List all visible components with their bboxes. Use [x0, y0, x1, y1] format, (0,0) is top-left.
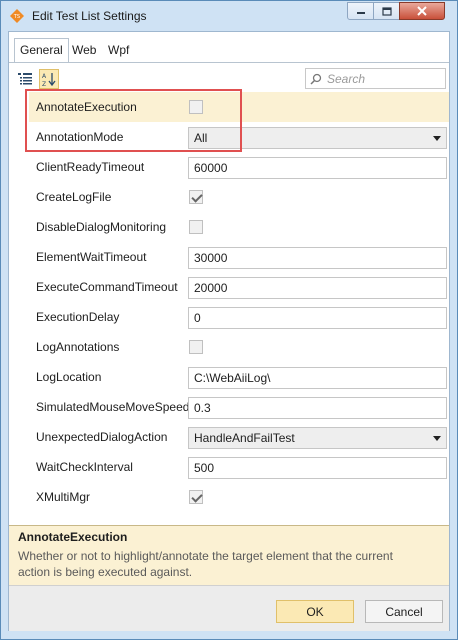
close-button[interactable]	[399, 2, 445, 20]
property-name: LogLocation	[36, 370, 102, 384]
property-name: CreateLogFile	[36, 190, 112, 204]
row-gutter	[9, 152, 29, 182]
tab-wpf[interactable]: Wpf	[103, 39, 134, 61]
row-gutter	[9, 122, 29, 152]
close-icon	[417, 6, 427, 16]
property-name: UnexpectedDialogAction	[36, 430, 168, 444]
property-row-unexpecteddialogaction[interactable]: UnexpectedDialogAction HandleAndFailTest	[9, 422, 449, 452]
dialog-window: TS Edit Test List Settings General Web W…	[0, 0, 458, 640]
categorized-view-icon	[18, 73, 32, 85]
property-name: SimulatedMouseMoveSpeed	[36, 400, 190, 414]
dialog-footer: OK Cancel	[9, 585, 449, 631]
description-text: Whether or not to highlight/annotate the…	[18, 549, 393, 579]
property-name: AnnotationMode	[36, 130, 124, 144]
window-title: Edit Test List Settings	[32, 9, 147, 23]
property-row-logannotations[interactable]: LogAnnotations	[9, 332, 449, 362]
property-row-xmultimgr[interactable]: XMultiMgr	[9, 482, 449, 512]
row-gutter	[9, 182, 29, 212]
tab-web[interactable]: Web	[67, 39, 101, 61]
description-title: AnnotateExecution	[18, 530, 128, 544]
disabledialogmonitoring-checkbox[interactable]	[189, 220, 203, 234]
property-row-waitcheckinterval[interactable]: WaitCheckInterval 500	[9, 452, 449, 482]
svg-text:TS: TS	[13, 14, 20, 20]
property-row-executiondelay[interactable]: ExecutionDelay 0	[9, 302, 449, 332]
clientreadytimeout-field[interactable]: 60000	[188, 157, 447, 179]
createlogfile-checkbox[interactable]	[189, 190, 203, 204]
elementwaittimeout-field[interactable]: 30000	[188, 247, 447, 269]
row-gutter	[9, 392, 29, 422]
property-name: AnnotateExecution	[36, 100, 137, 114]
property-name: DisableDialogMonitoring	[36, 220, 167, 234]
property-row-elementwaittimeout[interactable]: ElementWaitTimeout 30000	[9, 242, 449, 272]
search-box[interactable]	[305, 68, 446, 89]
select-value: HandleAndFailTest	[194, 431, 295, 445]
search-icon	[310, 73, 322, 85]
annotateexecution-checkbox[interactable]	[189, 100, 203, 114]
logannotations-checkbox[interactable]	[189, 340, 203, 354]
simulatedmousemovespeed-field[interactable]: 0.3	[188, 397, 447, 419]
row-gutter	[9, 92, 29, 122]
tab-strip: General Web Wpf	[9, 32, 449, 65]
property-row-annotateexecution[interactable]: AnnotateExecution	[9, 92, 449, 122]
loglocation-field[interactable]: C:\WebAiiLog\	[188, 367, 447, 389]
row-gutter	[9, 452, 29, 482]
minimize-icon	[356, 12, 365, 14]
property-name: ExecuteCommandTimeout	[36, 280, 178, 294]
property-name: LogAnnotations	[36, 340, 120, 354]
row-gutter	[9, 422, 29, 452]
row-gutter	[9, 302, 29, 332]
svg-text:A: A	[42, 73, 47, 80]
tab-divider	[9, 62, 449, 63]
waitcheckinterval-field[interactable]: 500	[188, 457, 447, 479]
row-gutter	[9, 212, 29, 242]
chevron-down-icon	[433, 436, 441, 441]
dialog-content: General Web Wpf A Z Search AnnotateExecu…	[8, 31, 450, 631]
description-panel: AnnotateExecution Whether or not to high…	[9, 525, 449, 586]
property-row-disabledialogmonitoring[interactable]: DisableDialogMonitoring	[9, 212, 449, 242]
cancel-button[interactable]: Cancel	[365, 600, 443, 623]
chevron-down-icon	[433, 136, 441, 141]
row-gutter	[9, 272, 29, 302]
row-gutter	[9, 332, 29, 362]
property-toolbar: A Z	[9, 64, 449, 92]
row-gutter	[9, 362, 29, 392]
property-grid: AnnotateExecution AnnotationMode All Cli…	[9, 89, 449, 512]
property-name: ExecutionDelay	[36, 310, 120, 324]
search-input[interactable]	[325, 70, 444, 87]
ok-button[interactable]: OK	[276, 600, 354, 623]
property-row-annotationmode[interactable]: AnnotationMode All	[9, 122, 449, 152]
maximize-icon	[381, 6, 392, 16]
title-bar[interactable]: TS Edit Test List Settings	[1, 1, 457, 31]
alphabetical-sort-button[interactable]: A Z	[39, 69, 59, 89]
property-row-executecommandtimeout[interactable]: ExecuteCommandTimeout 20000	[9, 272, 449, 302]
maximize-button[interactable]	[373, 2, 400, 20]
property-row-clientreadytimeout[interactable]: ClientReadyTimeout 60000	[9, 152, 449, 182]
property-name: ClientReadyTimeout	[36, 160, 145, 174]
executiondelay-field[interactable]: 0	[188, 307, 447, 329]
executecommandtimeout-field[interactable]: 20000	[188, 277, 447, 299]
select-value: All	[194, 131, 208, 145]
unexpecteddialogaction-select[interactable]: HandleAndFailTest	[188, 427, 447, 449]
xmultimgr-checkbox[interactable]	[189, 490, 203, 504]
property-name: WaitCheckInterval	[36, 460, 133, 474]
tab-general[interactable]: General	[14, 38, 69, 63]
telerik-icon: TS	[10, 9, 24, 23]
property-row-simulatedmousemovespeed[interactable]: SimulatedMouseMoveSpeed 0.3	[9, 392, 449, 422]
property-row-loglocation[interactable]: LogLocation C:\WebAiiLog\	[9, 362, 449, 392]
minimize-button[interactable]	[347, 2, 374, 20]
row-gutter	[9, 482, 29, 512]
row-gutter	[9, 242, 29, 272]
svg-text:Z: Z	[42, 81, 46, 87]
alphabetical-sort-icon: A Z	[42, 73, 56, 87]
property-name: ElementWaitTimeout	[36, 250, 147, 264]
property-row-createlogfile[interactable]: CreateLogFile	[9, 182, 449, 212]
property-name: XMultiMgr	[36, 490, 91, 504]
categorized-view-button[interactable]	[15, 69, 35, 89]
annotationmode-select[interactable]: All	[188, 127, 447, 149]
